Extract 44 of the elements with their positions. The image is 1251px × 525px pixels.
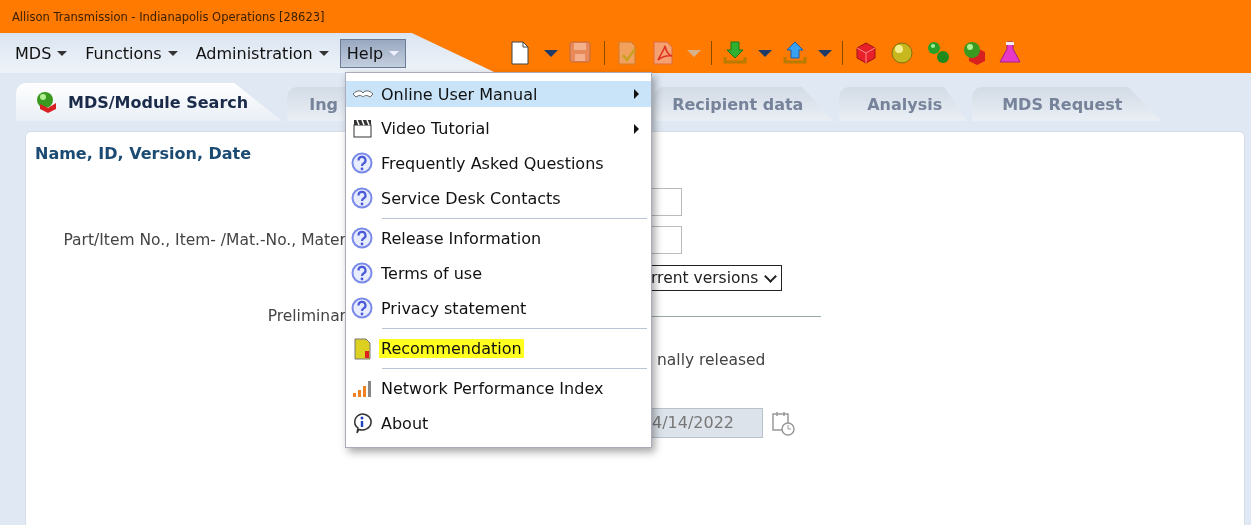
- help-icon: [351, 186, 375, 211]
- menu-bar-item[interactable]: Administration: [188, 38, 336, 68]
- cube-sphere-icon[interactable]: [961, 40, 988, 66]
- menu-bar-item[interactable]: Functions: [78, 38, 185, 68]
- caret-icon: [389, 50, 400, 56]
- menu-item[interactable]: Recommendation: [346, 331, 651, 366]
- menu-item[interactable]: Terms of use: [346, 256, 651, 291]
- caret-icon: [167, 50, 178, 56]
- menu-bar-item[interactable]: MDS: [8, 38, 75, 68]
- window-title: Allison Transmission - Indianapolis Operations [28623]: [12, 9, 325, 24]
- help-icon: [351, 296, 375, 321]
- info-icon: [351, 411, 375, 436]
- menu-item[interactable]: Network Performance Index: [346, 371, 651, 406]
- menu-item[interactable]: Video Tutorial: [346, 111, 651, 146]
- molecule-icon[interactable]: [925, 40, 952, 66]
- menu-bar-item[interactable]: Help: [339, 38, 407, 68]
- input-field[interactable]: [651, 188, 682, 216]
- caret-icon[interactable]: [758, 49, 773, 57]
- menu-item[interactable]: About: [346, 406, 651, 441]
- calendar-icon[interactable]: [771, 409, 795, 436]
- input-field[interactable]: [651, 226, 682, 254]
- date-field[interactable]: 4/14/2022: [651, 407, 763, 438]
- caret-icon: [57, 50, 68, 56]
- highlight-mark: Recommendation: [379, 339, 524, 358]
- module-icon: [34, 90, 58, 114]
- help-icon: [351, 261, 375, 286]
- option-label: nally released: [656, 351, 766, 369]
- menu-item[interactable]: Frequently Asked Questions: [346, 146, 651, 181]
- download-icon[interactable]: [722, 40, 749, 66]
- field-label: Preliminar: [266, 307, 346, 325]
- menu-item[interactable]: Online User Manual: [346, 81, 651, 107]
- upload-icon[interactable]: [782, 40, 809, 66]
- menu-item[interactable]: Privacy statement: [346, 291, 651, 326]
- caret-icon[interactable]: [818, 49, 833, 57]
- caret-icon[interactable]: [544, 49, 559, 57]
- tab[interactable]: MDS/Module Search: [16, 83, 283, 121]
- menu-item[interactable]: Release Information: [346, 221, 651, 256]
- caret-icon: [318, 50, 329, 56]
- field-label: Part/Item No., Item- /Mat.-No., Mater: [62, 231, 346, 249]
- menu-item[interactable]: Service Desk Contacts: [346, 181, 651, 216]
- flask-icon[interactable]: [997, 40, 1024, 66]
- help-icon: [351, 151, 375, 176]
- sphere-icon[interactable]: [889, 40, 916, 66]
- help-icon: [351, 226, 375, 251]
